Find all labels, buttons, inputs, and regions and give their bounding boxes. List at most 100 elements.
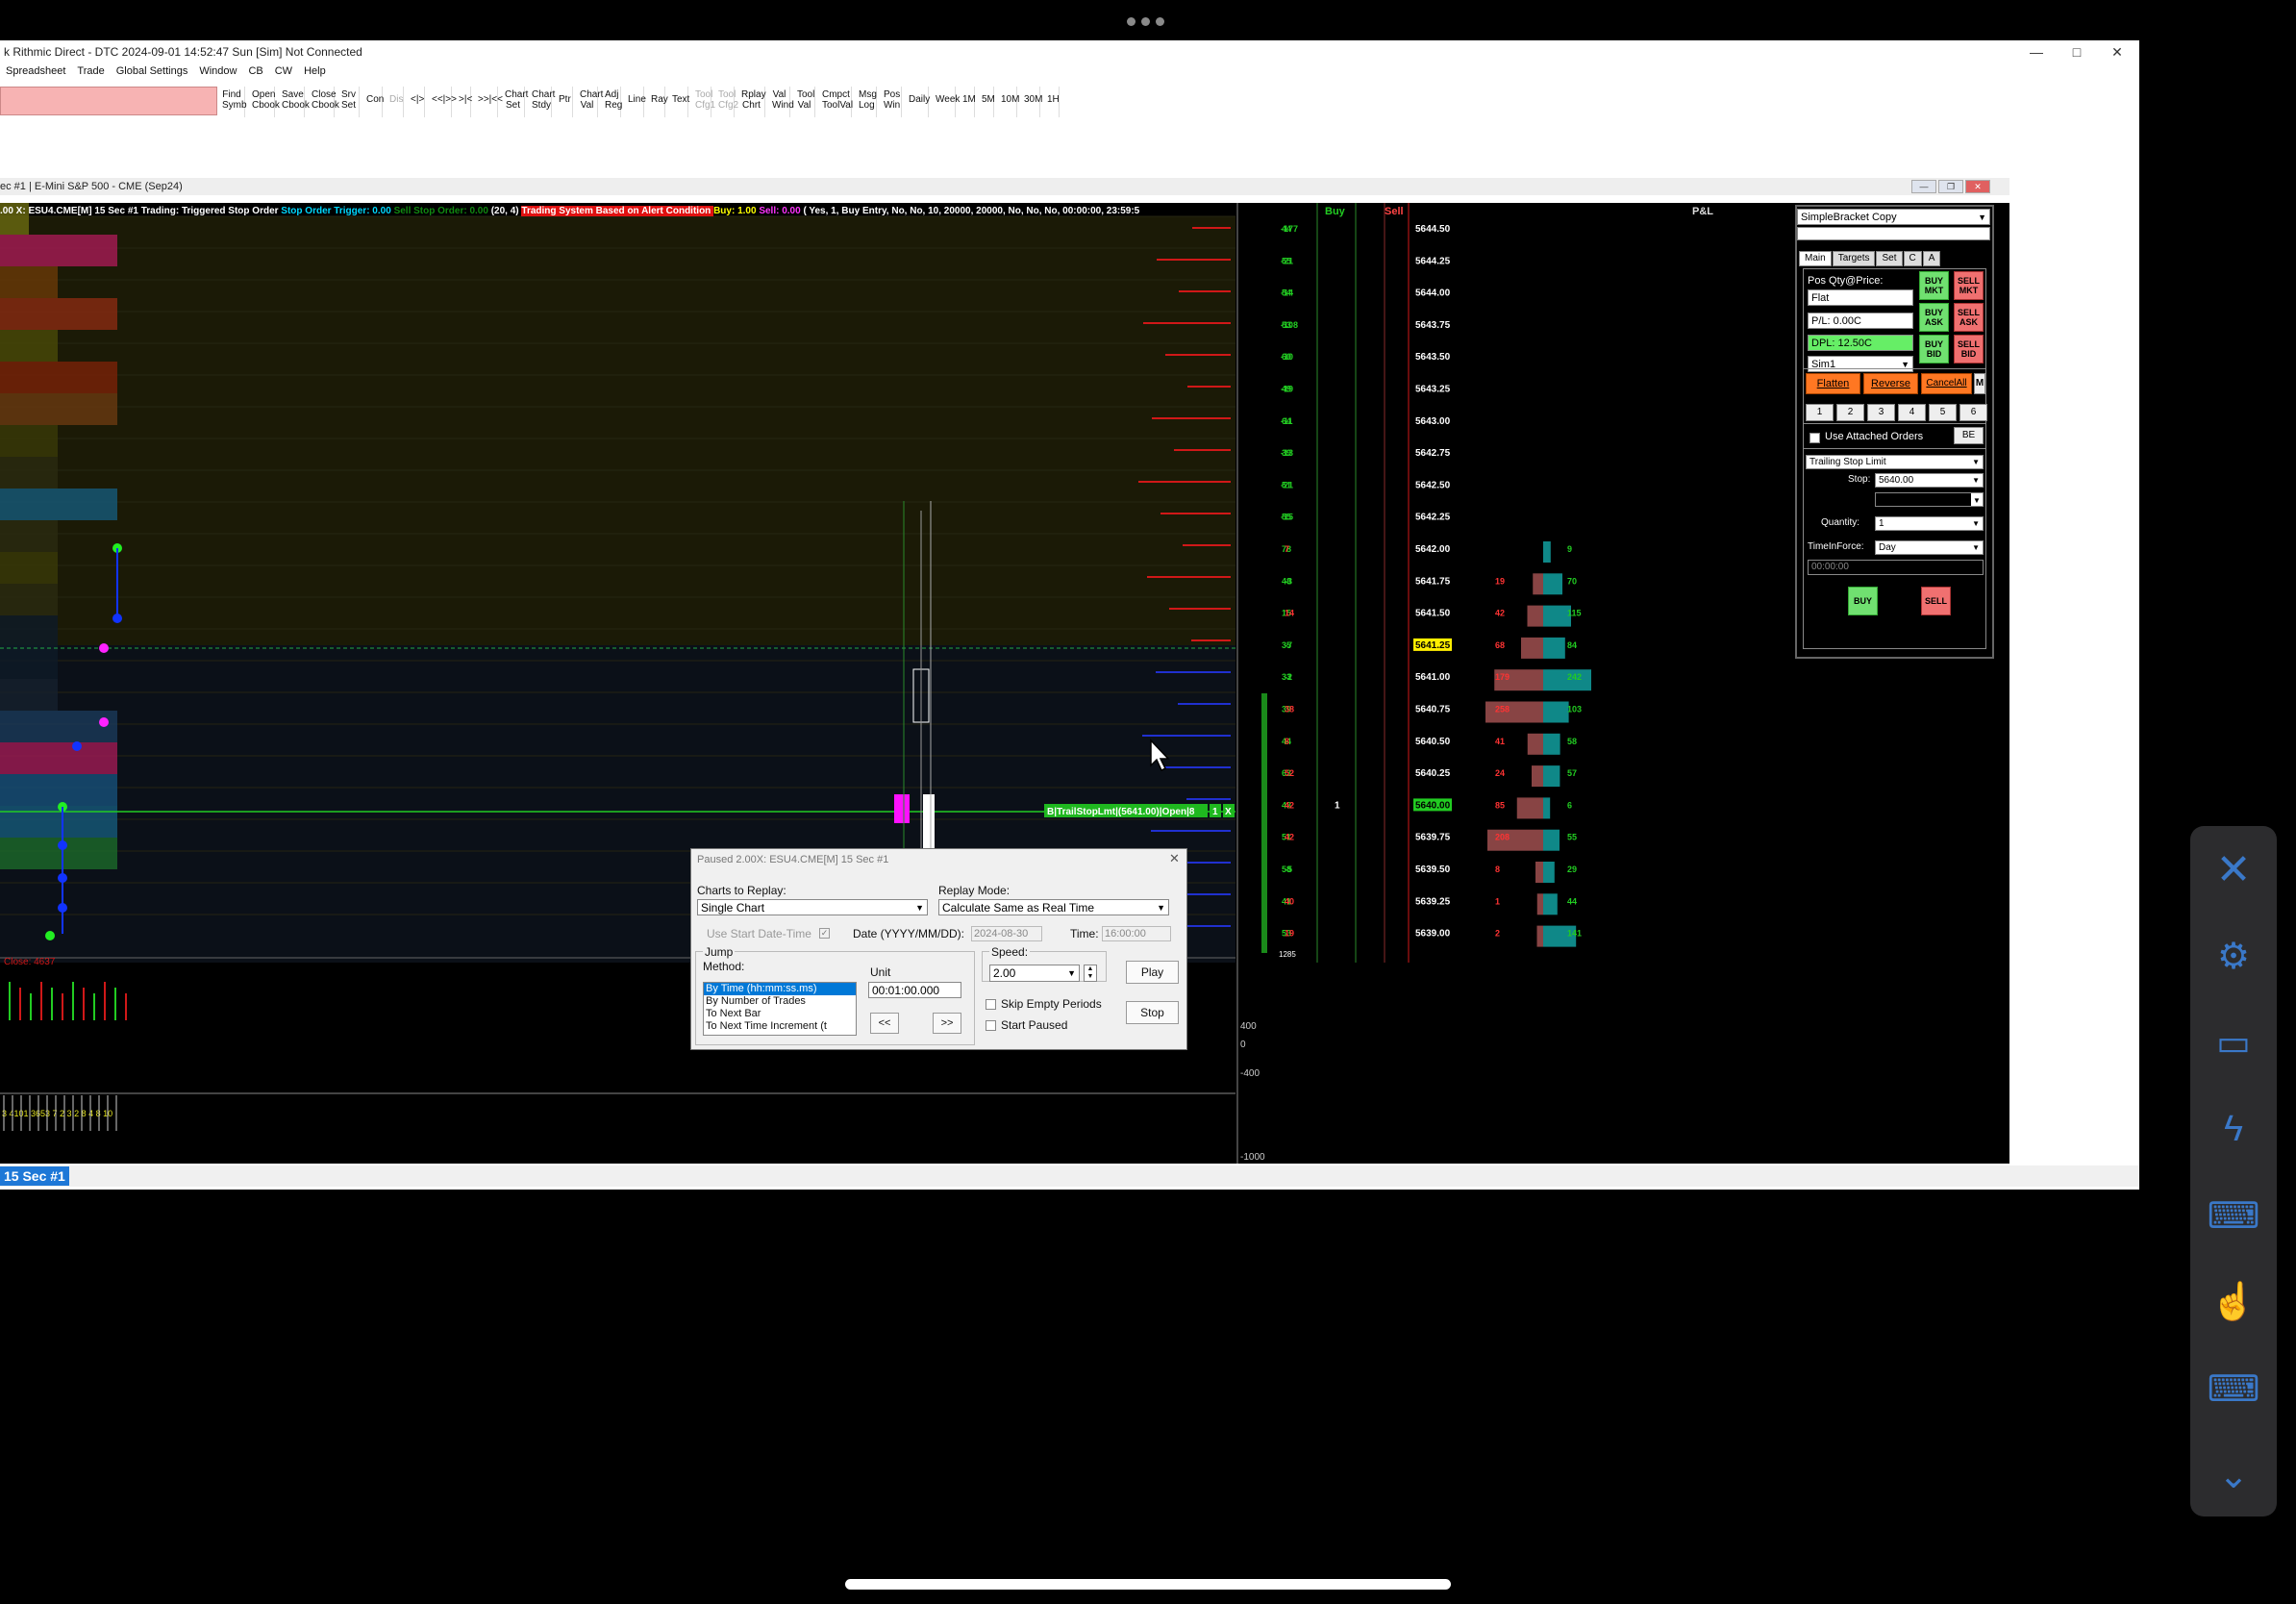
use-start-datetime-checkbox[interactable]: ✓ xyxy=(819,928,830,939)
skip-empty-periods-checkbox[interactable] xyxy=(986,999,996,1010)
buy-ask-button[interactable]: BUY ASK xyxy=(1919,303,1949,332)
charts-to-replay-select[interactable]: Single Chart ▼ xyxy=(697,899,928,915)
buy-mkt-button[interactable]: BUY MKT xyxy=(1919,271,1949,300)
menu-item-global-settings[interactable]: Global Settings xyxy=(116,65,188,81)
close-icon[interactable]: ✕ xyxy=(2098,40,2136,63)
toolbar-button-1m[interactable]: 1M xyxy=(960,87,976,117)
toolbar-button-[interactable]: >>|<< xyxy=(475,87,503,117)
toolbar-button-ray[interactable]: Ray xyxy=(648,87,668,117)
toolbar-button-valwind[interactable]: Val Wind xyxy=(769,87,794,117)
toolbar-button-[interactable]: <|> xyxy=(408,87,425,117)
close-icon[interactable]: ✕ xyxy=(2190,826,2277,913)
toolbar-button-con[interactable]: Con xyxy=(363,87,384,117)
menu-item-cw[interactable]: CW xyxy=(275,65,292,81)
toolbar-button-findsymb[interactable]: Find Symb xyxy=(219,87,247,117)
quantity-button-4[interactable]: 4 xyxy=(1898,404,1926,421)
symbol-input[interactable] xyxy=(0,87,217,115)
m-button[interactable]: M xyxy=(1974,373,1985,394)
quantity-button-3[interactable]: 3 xyxy=(1867,404,1895,421)
chart-minimize-icon[interactable]: — xyxy=(1911,180,1936,193)
sell-button[interactable]: SELL xyxy=(1921,587,1951,615)
flatten-button[interactable]: Flatten xyxy=(1806,373,1860,394)
sell-bid-button[interactable]: SELL BID xyxy=(1954,335,1984,363)
toolbar-button-1h[interactable]: 1H xyxy=(1044,87,1060,117)
minimize-icon[interactable]: — xyxy=(2017,40,2056,63)
quantity-button-2[interactable]: 2 xyxy=(1836,404,1864,421)
method-option[interactable]: By Number of Trades xyxy=(704,995,856,1008)
replay-mode-select[interactable]: Calculate Same as Real Time ▼ xyxy=(938,899,1169,915)
trade-tab-targets[interactable]: Targets xyxy=(1832,251,1876,266)
reverse-button[interactable]: Reverse xyxy=(1863,373,1918,394)
trade-tab-a[interactable]: A xyxy=(1922,251,1941,266)
buy-button[interactable]: BUY xyxy=(1848,587,1878,615)
monitor-icon[interactable]: ▭ xyxy=(2190,999,2277,1086)
unit-input[interactable]: 00:01:00.000 xyxy=(868,982,961,998)
multitask-dots-icon[interactable] xyxy=(1127,17,1164,26)
method-option[interactable]: To Next Bar xyxy=(704,1008,856,1020)
keyboard-icon[interactable]: ⌨ xyxy=(2190,1345,2277,1432)
home-indicator[interactable] xyxy=(845,1579,1451,1590)
toolbar-button-opencbook[interactable]: Open Cbook xyxy=(249,87,280,117)
buy-bid-button[interactable]: BUY BID xyxy=(1919,335,1949,363)
speed-input[interactable]: 2.00 ▼ xyxy=(989,965,1080,982)
toolbar-button-toolcfg2[interactable]: Tool Cfg2 xyxy=(715,87,738,117)
toolbar-button-[interactable]: <<|>> xyxy=(429,87,457,117)
trade-note-field[interactable] xyxy=(1797,227,1990,240)
method-list[interactable]: By Time (hh:mm:ss.ms) By Number of Trades… xyxy=(703,982,857,1036)
toolbar-button-poswin[interactable]: Pos Win xyxy=(881,87,902,117)
maximize-icon[interactable]: □ xyxy=(2058,40,2096,63)
method-option[interactable]: To Next Time Increment (t xyxy=(704,1020,856,1033)
toolbar-button-5m[interactable]: 5M xyxy=(979,87,995,117)
chart-restore-icon[interactable]: ❐ xyxy=(1938,180,1963,193)
jump-back-button[interactable]: << xyxy=(870,1013,899,1034)
toolbar-button-msglog[interactable]: Msg Log xyxy=(856,87,877,117)
toolbar-button-closecbook[interactable]: Close Cbook xyxy=(309,87,339,117)
toolbar-button-daily[interactable]: Daily xyxy=(906,87,930,117)
secondary-price-input[interactable]: ▼ xyxy=(1875,492,1984,507)
touch-icon[interactable]: ☝ xyxy=(2190,1259,2277,1345)
use-attached-orders-checkbox[interactable] xyxy=(1809,433,1820,443)
toolbar-button-dis[interactable]: Dis xyxy=(387,87,404,117)
quantity-button-5[interactable]: 5 xyxy=(1929,404,1957,421)
toolbar-button-toolval[interactable]: Tool Val xyxy=(794,87,815,117)
start-paused-checkbox[interactable] xyxy=(986,1020,996,1031)
toolbar-button-rplaychrt[interactable]: Rplay Chrt xyxy=(738,87,766,117)
trade-tab-set[interactable]: Set xyxy=(1876,251,1903,266)
quantity-input[interactable]: 1 ▼ xyxy=(1875,516,1984,531)
toolbar-button-srvset[interactable]: Srv Set xyxy=(338,87,360,117)
menu-item-cb[interactable]: CB xyxy=(248,65,262,81)
menu-item-help[interactable]: Help xyxy=(304,65,326,81)
close-icon[interactable]: ✕ xyxy=(1169,851,1180,866)
be-button[interactable]: BE xyxy=(1954,427,1984,444)
quantity-button-6[interactable]: 6 xyxy=(1959,404,1987,421)
cancel-all-button[interactable]: CancelAll xyxy=(1921,373,1972,394)
toolbar-button-chartset[interactable]: Chart Set xyxy=(502,87,528,117)
menu-item-trade[interactable]: Trade xyxy=(77,65,104,81)
chart-close-icon[interactable]: ✕ xyxy=(1965,180,1990,193)
gear-icon[interactable]: ⚙ xyxy=(2190,913,2277,999)
sell-ask-button[interactable]: SELL ASK xyxy=(1954,303,1984,332)
toolbar-button-ptr[interactable]: Ptr xyxy=(556,87,573,117)
toolbar-button-10m[interactable]: 10M xyxy=(998,87,1019,117)
toolbar-button-cmpcttoolval[interactable]: Cmpct ToolVal xyxy=(819,87,853,117)
toolbar-button-adjreg[interactable]: Adj Reg xyxy=(602,87,622,117)
lightning-icon[interactable]: ϟ xyxy=(2190,1086,2277,1172)
trade-account-select[interactable]: SimpleBracket Copy ▼ xyxy=(1797,209,1990,225)
toolbar-button-text[interactable]: Text xyxy=(669,87,689,117)
chevron-down-icon[interactable]: ⌄ xyxy=(2190,1432,2277,1518)
toolbar-button-30m[interactable]: 30M xyxy=(1021,87,1042,117)
menu-item-window[interactable]: Window xyxy=(199,65,237,81)
keyboard-mouse-icon[interactable]: ⌨ xyxy=(2190,1172,2277,1259)
toolbar-button-chartval[interactable]: Chart Val xyxy=(577,87,603,117)
quantity-button-1[interactable]: 1 xyxy=(1806,404,1834,421)
order-type-select[interactable]: Trailing Stop Limit ▼ xyxy=(1806,455,1984,469)
play-button[interactable]: Play xyxy=(1126,961,1179,984)
speed-spinner-icon[interactable]: ▲ ▼ xyxy=(1084,965,1097,982)
method-option[interactable]: By Time (hh:mm:ss.ms) xyxy=(704,983,856,995)
toolbar-button-line[interactable]: Line xyxy=(625,87,646,117)
toolbar-button-chartstdy[interactable]: Chart Stdy xyxy=(529,87,555,117)
jump-forward-button[interactable]: >> xyxy=(933,1013,961,1034)
stop-price-input[interactable]: 5640.00 ▼ xyxy=(1875,473,1984,488)
toolbar-button-[interactable]: >|< xyxy=(456,87,472,117)
time-input[interactable]: 16:00:00 xyxy=(1102,926,1171,941)
